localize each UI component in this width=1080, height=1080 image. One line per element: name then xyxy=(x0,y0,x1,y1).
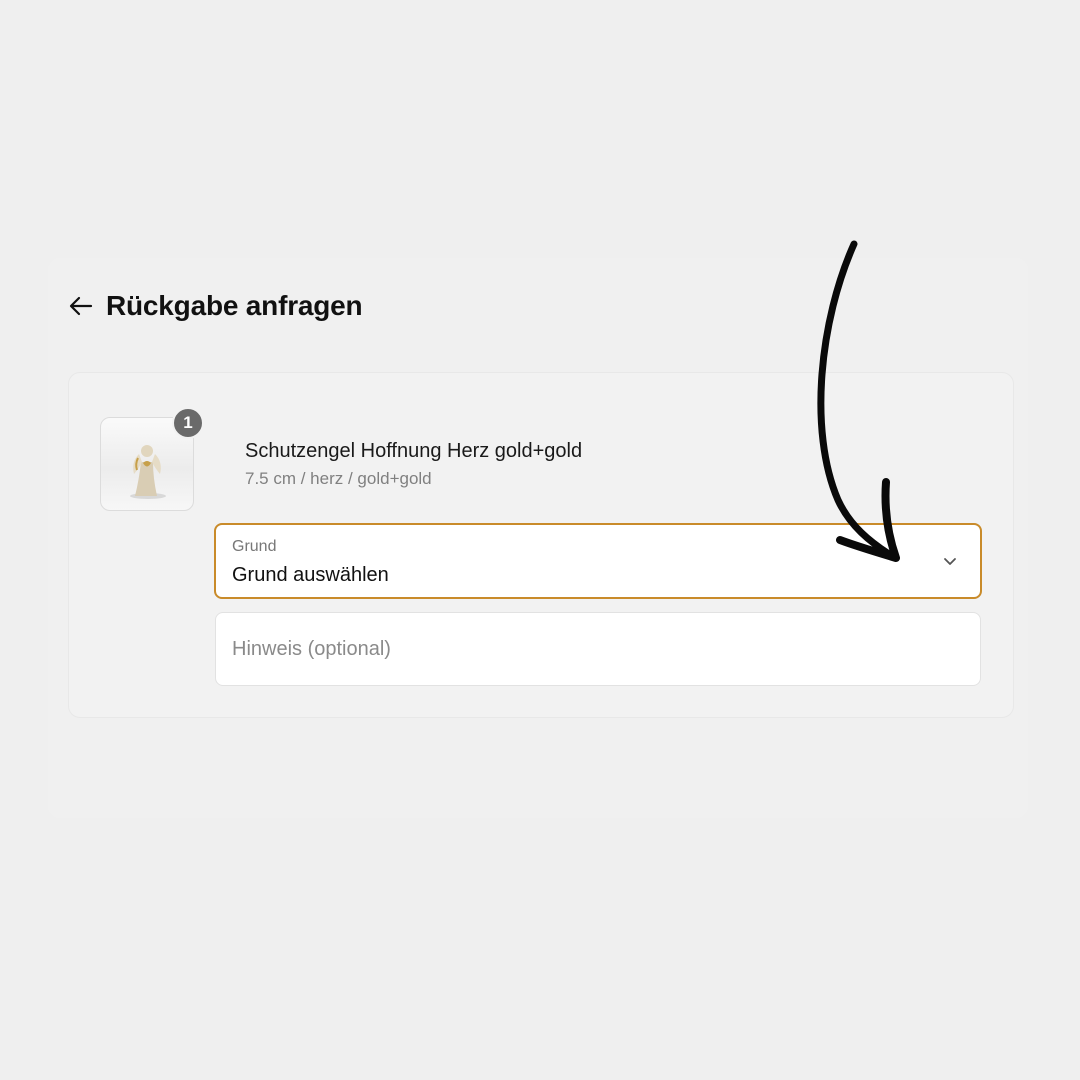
page-header: Rückgabe anfragen xyxy=(66,286,363,326)
reason-select[interactable]: Grund Grund auswählen xyxy=(214,523,982,599)
page-title: Rückgabe anfragen xyxy=(106,290,363,321)
chevron-down-icon xyxy=(944,558,956,565)
back-button[interactable] xyxy=(66,291,96,321)
note-input[interactable] xyxy=(215,612,981,686)
page: Rückgabe anfragen 1 Schutzengel Hoffnung… xyxy=(0,0,1080,1080)
reason-select-label: Grund xyxy=(232,538,277,555)
product-variant: 7.5 cm / herz / gold+gold xyxy=(245,469,432,488)
product-name: Schutzengel Hoffnung Herz gold+gold xyxy=(245,440,583,462)
quantity-badge: 1 xyxy=(172,407,204,439)
reason-select-value: Grund auswählen xyxy=(232,564,389,586)
arrow-left-icon xyxy=(69,296,93,316)
product-thumbnail-wrap: 1 xyxy=(100,407,204,511)
